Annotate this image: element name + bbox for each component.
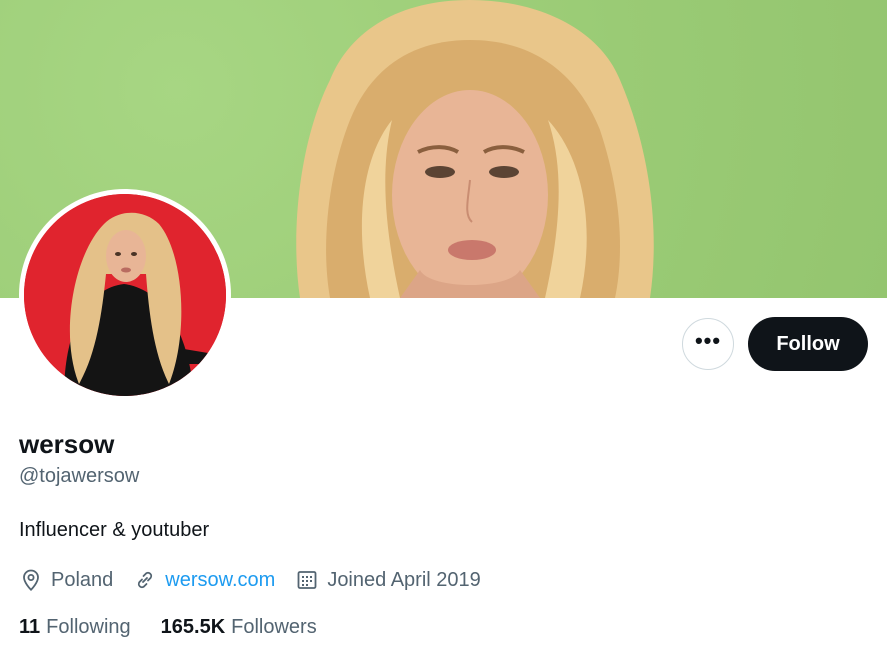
avatar[interactable] xyxy=(24,194,226,396)
website-item[interactable]: wersow.com xyxy=(133,568,275,592)
location-item: Poland xyxy=(19,568,113,592)
ellipsis-icon: ••• xyxy=(694,328,722,353)
calendar-icon xyxy=(297,571,317,589)
follow-stats: 11 Following 165.5K Followers xyxy=(19,616,347,639)
profile-name: wersow xyxy=(19,429,115,459)
joined-text: Joined April 2019 xyxy=(327,568,481,591)
location-pin-icon xyxy=(23,569,39,591)
avatar-photo xyxy=(24,194,226,396)
location-text: Poland xyxy=(51,568,114,591)
followers-label: Followers xyxy=(231,616,317,638)
website-link[interactable]: wersow.com xyxy=(165,569,275,592)
followers-count: 165.5K xyxy=(160,616,226,638)
link-icon xyxy=(138,571,153,589)
follow-button[interactable]: Follow xyxy=(748,317,868,371)
profile-bio: Influencer & youtuber xyxy=(19,519,210,541)
profile-meta: Poland wersow.com Joined April 2019 xyxy=(19,566,501,594)
joined-item: Joined April 2019 xyxy=(295,568,481,592)
profile-handle: @tojawersow xyxy=(19,465,140,487)
more-options-button[interactable]: ••• xyxy=(682,318,734,370)
followers-stat[interactable]: 165.5K Followers xyxy=(161,616,317,639)
following-stat[interactable]: 11 Following xyxy=(19,616,131,639)
following-count: 11 xyxy=(19,616,41,638)
following-label: Following xyxy=(46,616,131,638)
